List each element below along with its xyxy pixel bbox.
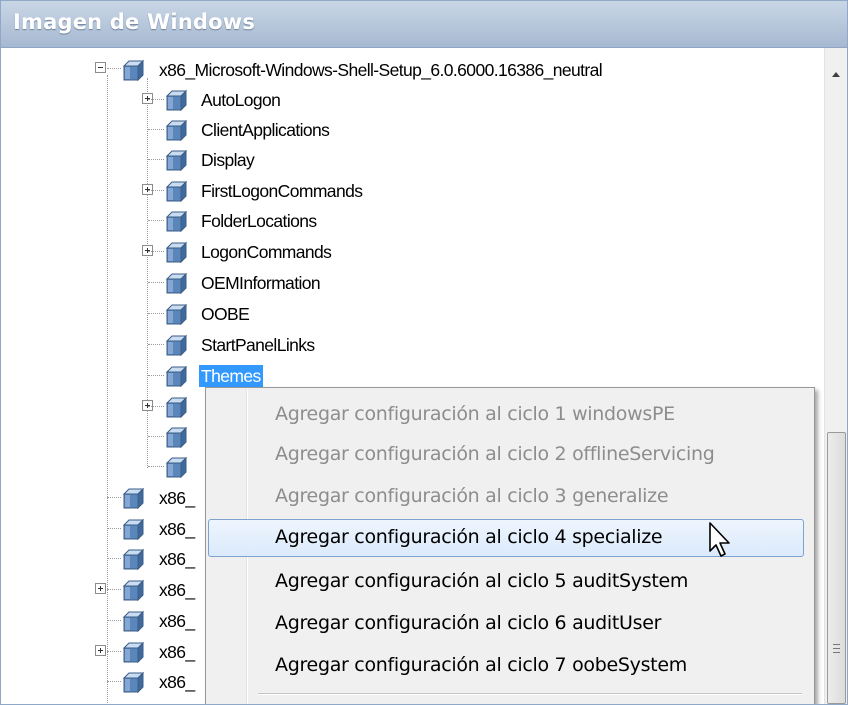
menu-item-pass-6-audituser[interactable]: Agregar configuración al ciclo 6 auditUs… xyxy=(208,605,804,643)
mouse-pointer-icon xyxy=(709,522,730,557)
tree-node-label: ClientApplications xyxy=(201,120,330,140)
scroll-up-arrow-icon[interactable] xyxy=(832,72,840,77)
tree-node-label: AutoLogon xyxy=(201,90,281,110)
tree-node-clientapplications[interactable]: ClientApplications xyxy=(1,116,801,146)
grip-icon xyxy=(833,644,840,645)
tree-node-oobe[interactable]: OOBE xyxy=(1,300,801,330)
component-cube-icon xyxy=(122,641,145,664)
tree-node-label: OEMInformation xyxy=(201,273,321,293)
tree-node-label: FirstLogonCommands xyxy=(201,181,363,201)
menu-item-label: Agregar configuración al ciclo 4 special… xyxy=(275,526,663,548)
tree-node-label: x86_ xyxy=(159,519,195,539)
tree-node-label: x86_ xyxy=(159,549,195,569)
tree-node-label: x86_ xyxy=(159,642,195,662)
tree-node-label: OOBE xyxy=(201,304,250,324)
tree-node-label: StartPanelLinks xyxy=(201,335,315,355)
tree-node-label: x86_ xyxy=(159,580,195,600)
tree-node-label-selected: Themes xyxy=(199,365,263,387)
component-cube-icon xyxy=(165,456,188,479)
windows-image-panel: Imagen de Windows x86_Microsoft-Windows-… xyxy=(0,0,848,705)
component-cube-icon xyxy=(122,487,145,510)
tree-node-oeminformation[interactable]: OEMInformation xyxy=(1,269,801,299)
component-cube-icon xyxy=(122,518,145,541)
tree-node-label: x86_Microsoft-Windows-Shell-Setup_6.0.60… xyxy=(159,60,603,80)
tree-node-root[interactable]: x86_Microsoft-Windows-Shell-Setup_6.0.60… xyxy=(1,56,801,86)
vertical-scrollbar[interactable] xyxy=(824,48,847,704)
tree-node-label: x86_ xyxy=(159,611,195,631)
collapse-icon[interactable] xyxy=(95,62,106,73)
tree-node-label: LogonCommands xyxy=(201,242,332,262)
menu-item-label: Agregar configuración al ciclo 2 offline… xyxy=(275,443,715,465)
menu-item-label: Agregar configuración al ciclo 3 general… xyxy=(275,485,669,507)
menu-item-pass-1-windowspe[interactable]: Agregar configuración al ciclo 1 windows… xyxy=(208,396,804,434)
component-cube-icon xyxy=(165,89,188,112)
tree-node-label: Display xyxy=(201,150,255,170)
tree-node-label: x86_ xyxy=(159,488,195,508)
tree-node-label: x86_ xyxy=(159,672,195,692)
expand-icon[interactable] xyxy=(95,645,106,656)
menu-separator xyxy=(258,693,802,695)
menu-item-pass-7-oobesystem[interactable]: Agregar configuración al ciclo 7 oobeSys… xyxy=(208,647,804,685)
panel-header: Imagen de Windows xyxy=(1,1,847,48)
menu-item-pass-2-offlineservicing[interactable]: Agregar configuración al ciclo 2 offline… xyxy=(208,436,804,474)
component-cube-icon xyxy=(122,59,145,82)
component-cube-icon xyxy=(165,149,188,172)
component-cube-icon xyxy=(165,119,188,142)
component-cube-icon xyxy=(165,365,188,388)
menu-item-label: Agregar configuración al ciclo 1 windows… xyxy=(275,403,675,425)
component-cube-icon xyxy=(122,671,145,694)
tree-node-folderlocations[interactable]: FolderLocations xyxy=(1,207,801,237)
component-cube-icon xyxy=(165,241,188,264)
panel-title: Imagen de Windows xyxy=(13,10,256,34)
component-cube-icon xyxy=(165,426,188,449)
tree-node-firstlogoncommands[interactable]: FirstLogonCommands xyxy=(1,177,801,207)
tree-node-logoncommands[interactable]: LogonCommands xyxy=(1,238,801,268)
tree-node-display[interactable]: Display xyxy=(1,146,801,176)
menu-item-label: Agregar configuración al ciclo 7 oobeSys… xyxy=(275,654,687,676)
component-cube-icon xyxy=(165,210,188,233)
component-cube-icon xyxy=(165,303,188,326)
grip-icon xyxy=(833,652,840,653)
component-cube-icon xyxy=(165,334,188,357)
component-cube-icon xyxy=(122,579,145,602)
tree-node-startpanellinks[interactable]: StartPanelLinks xyxy=(1,331,801,361)
component-cube-icon xyxy=(165,272,188,295)
tree-node-autologon[interactable]: AutoLogon xyxy=(1,86,801,116)
tree-node-label: FolderLocations xyxy=(201,211,317,231)
menu-item-label: Agregar configuración al ciclo 5 auditSy… xyxy=(275,570,689,592)
grip-icon xyxy=(833,648,840,649)
expand-icon[interactable] xyxy=(95,583,106,594)
component-cube-icon xyxy=(165,180,188,203)
menu-item-label: Agregar configuración al ciclo 6 auditUs… xyxy=(275,612,662,634)
scrollbar-thumb[interactable] xyxy=(827,432,846,704)
component-cube-icon xyxy=(122,610,145,633)
menu-item-pass-3-generalize[interactable]: Agregar configuración al ciclo 3 general… xyxy=(208,478,804,516)
component-cube-icon xyxy=(165,396,188,419)
component-cube-icon xyxy=(122,548,145,571)
